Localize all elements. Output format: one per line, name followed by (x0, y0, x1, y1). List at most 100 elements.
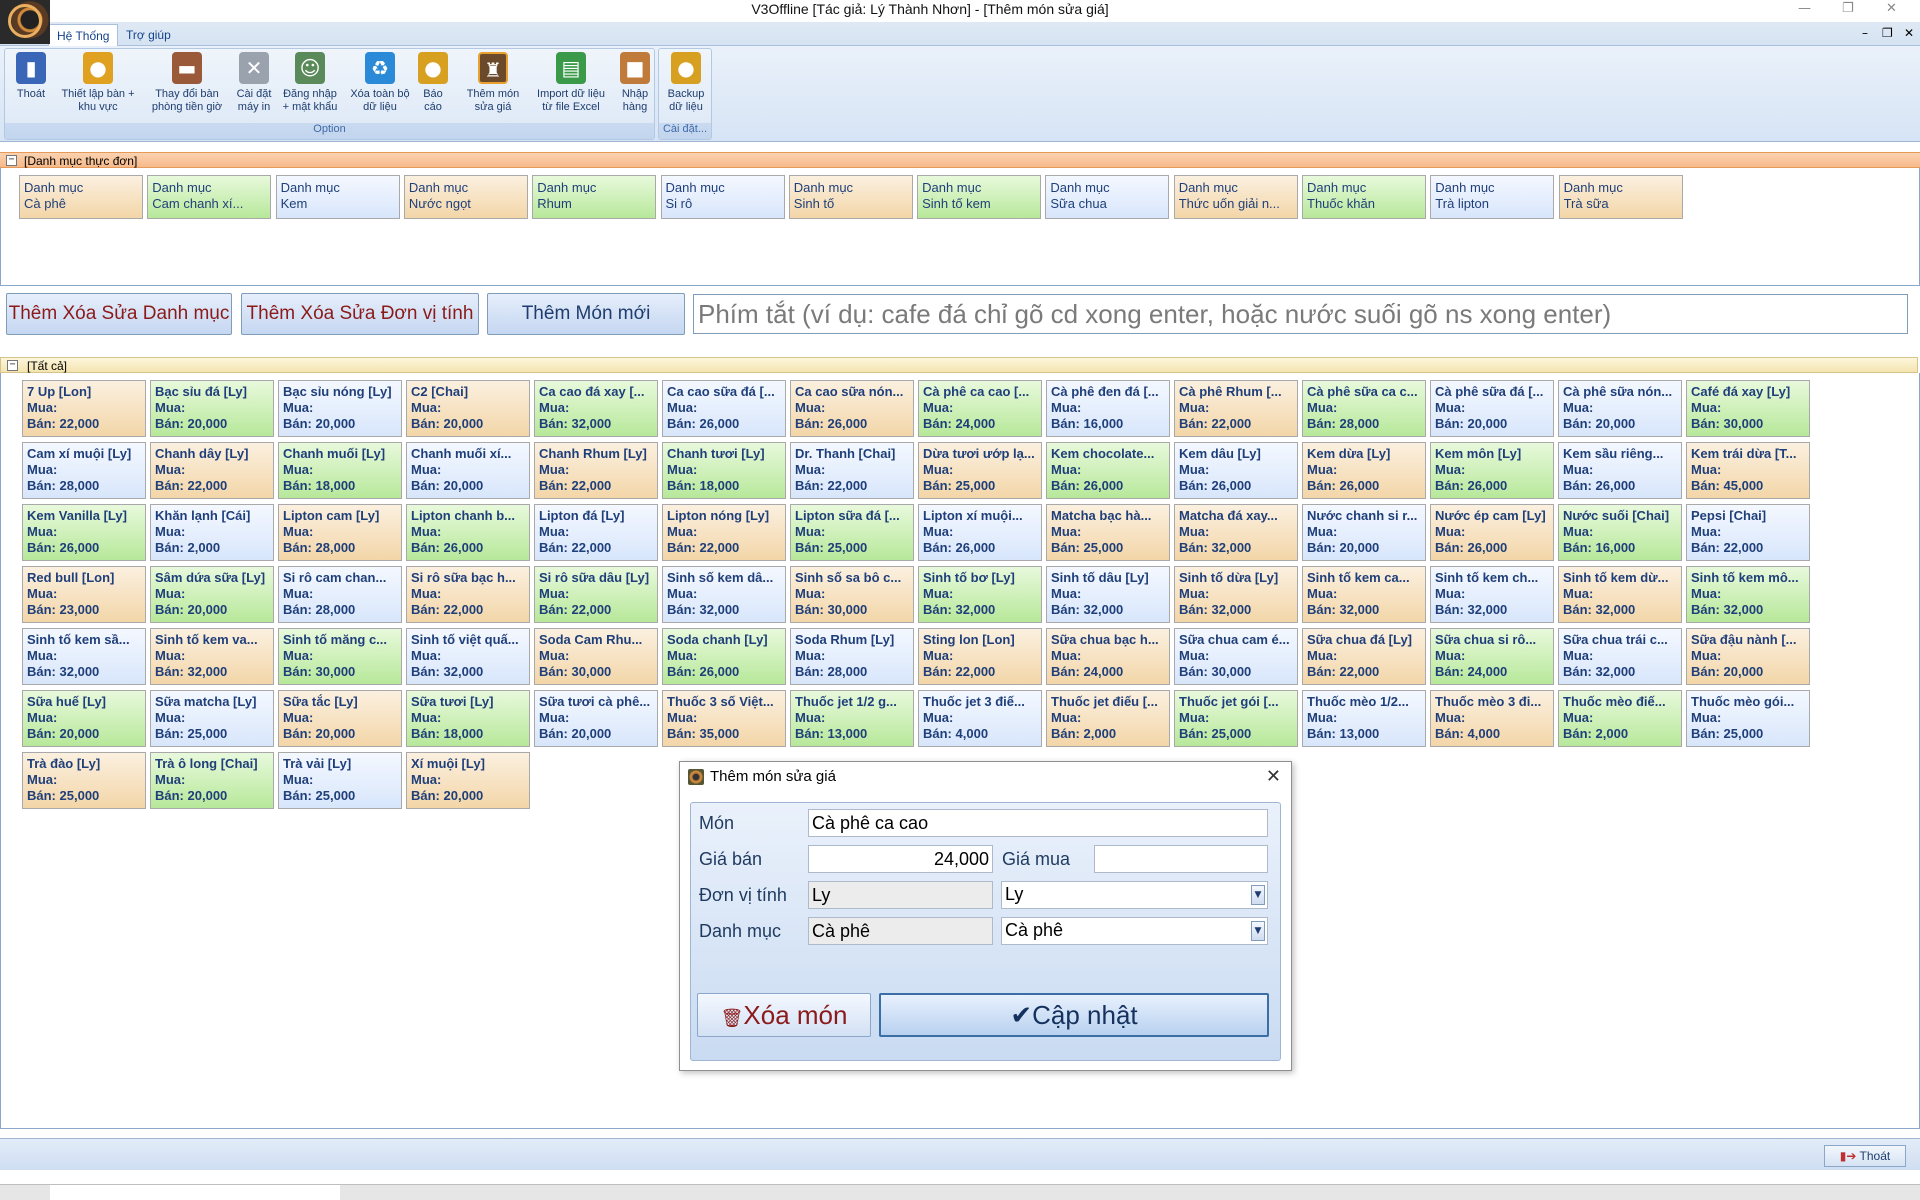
menu-item-tile[interactable]: Cà phê sữa đá [... Mua: Bán: 20,000 (1430, 380, 1554, 437)
menu-item-tile[interactable]: Sữa tươi [Ly] Mua: Bán: 18,000 (406, 690, 530, 747)
menu-item-tile[interactable]: Lipton nóng [Ly] Mua: Bán: 22,000 (662, 504, 786, 561)
menu-item-tile[interactable]: Sữa chua cam é... Mua: Bán: 30,000 (1174, 628, 1298, 685)
menu-item-tile[interactable]: Chanh muối xí... Mua: Bán: 20,000 (406, 442, 530, 499)
ribbon-btn-add-item[interactable]: ♜ Thêm món sửa giá (461, 52, 525, 114)
chevron-down-icon[interactable]: ▼ (1251, 885, 1265, 905)
ribbon-btn-delete-all[interactable]: ♻ Xóa toàn bộ dữ liệu (345, 52, 415, 114)
menu-item-tile[interactable]: Chanh tươi [Ly] Mua: Bán: 18,000 (662, 442, 786, 499)
menu-item-tile[interactable]: Bạc sỉu đá [Ly] Mua: Bán: 20,000 (150, 380, 274, 437)
menu-item-tile[interactable]: Lipton cam [Ly] Mua: Bán: 28,000 (278, 504, 402, 561)
menu-item-tile[interactable]: Trà đào [Ly] Mua: Bán: 25,000 (22, 752, 146, 809)
menu-item-tile[interactable]: Thuốc 3 số Việt... Mua: Bán: 35,000 (662, 690, 786, 747)
menu-item-tile[interactable]: Lipton xí muội... Mua: Bán: 26,000 (918, 504, 1042, 561)
app-logo[interactable] (0, 0, 50, 44)
taskbar-tab[interactable] (50, 1185, 340, 1200)
menu-item-tile[interactable]: Sữa chua trái c... Mua: Bán: 32,000 (1558, 628, 1682, 685)
category-tile[interactable]: Danh mục Trà lipton (1430, 175, 1555, 219)
category-tile[interactable]: Danh mục Rhum (532, 175, 657, 219)
delete-item-button[interactable]: 🗑Xóa món (697, 993, 871, 1037)
menu-item-tile[interactable]: Sinh tố kem va... Mua: Bán: 32,000 (150, 628, 274, 685)
menu-item-tile[interactable]: Cà phê đen đá [... Mua: Bán: 16,000 (1046, 380, 1170, 437)
menu-item-tile[interactable]: Kem trái dừa [T... Mua: Bán: 45,000 (1686, 442, 1810, 499)
menu-item-tile[interactable]: C2 [Chai] Mua: Bán: 20,000 (406, 380, 530, 437)
menu-item-tile[interactable]: Sinh số kem dâ... Mua: Bán: 32,000 (662, 566, 786, 623)
update-button[interactable]: ✔Cập nhật (879, 993, 1269, 1037)
menu-item-tile[interactable]: Café đá xay [Ly] Mua: Bán: 30,000 (1686, 380, 1810, 437)
ribbon-btn-import-excel[interactable]: ▤ Import dữ liệu từ file Excel (529, 52, 613, 114)
category-tile[interactable]: Danh mục Kem (275, 175, 400, 219)
menu-item-tile[interactable]: Trà ô long [Chai] Mua: Bán: 20,000 (150, 752, 274, 809)
menu-item-tile[interactable]: Kem môn [Ly] Mua: Bán: 26,000 (1430, 442, 1554, 499)
menu-item-tile[interactable]: Thuốc jet điếu [... Mua: Bán: 2,000 (1046, 690, 1170, 747)
menu-item-tile[interactable]: Ca cao sữa đá [... Mua: Bán: 26,000 (662, 380, 786, 437)
menu-item-tile[interactable]: Sữa tươi cà phê... Mua: Bán: 20,000 (534, 690, 658, 747)
menu-item-tile[interactable]: Sting lon [Lon] Mua: Bán: 22,000 (918, 628, 1042, 685)
menu-item-tile[interactable]: Sâm dứa sữa [Ly] Mua: Bán: 20,000 (150, 566, 274, 623)
menu-item-tile[interactable]: Sinh tố bơ [Ly] Mua: Bán: 32,000 (918, 566, 1042, 623)
menu-item-tile[interactable]: Thuốc mèo 1/2... Mua: Bán: 13,000 (1302, 690, 1426, 747)
menu-item-tile[interactable]: Soda chanh [Ly] Mua: Bán: 26,000 (662, 628, 786, 685)
menu-item-tile[interactable]: Sữa matcha [Ly] Mua: Bán: 25,000 (150, 690, 274, 747)
category-select[interactable]: Cà phê ▼ (1001, 917, 1268, 945)
menu-item-tile[interactable]: Thuốc jet 3 điế... Mua: Bán: 4,000 (918, 690, 1042, 747)
menu-item-tile[interactable]: Nước suối [Chai] Mua: Bán: 16,000 (1558, 504, 1682, 561)
menu-item-tile[interactable]: Cà phê sữa nón... Mua: Bán: 20,000 (1558, 380, 1682, 437)
exit-button[interactable]: ▮➔ Thoát (1824, 1145, 1906, 1167)
menu-item-tile[interactable]: Matcha bạc hà... Mua: Bán: 25,000 (1046, 504, 1170, 561)
mdi-close-icon[interactable]: ✕ (1904, 26, 1914, 40)
menu-item-tile[interactable]: Sinh tố kem ch... Mua: Bán: 32,000 (1430, 566, 1554, 623)
menu-item-tile[interactable]: Sinh tố kem dừ... Mua: Bán: 32,000 (1558, 566, 1682, 623)
menu-item-tile[interactable]: Lipton sữa đá [... Mua: Bán: 25,000 (790, 504, 914, 561)
menu-item-tile[interactable]: Kem dâu [Ly] Mua: Bán: 26,000 (1174, 442, 1298, 499)
menu-item-tile[interactable]: Dr. Thanh [Chai] Mua: Bán: 22,000 (790, 442, 914, 499)
collapse-toggle-icon[interactable]: − (7, 360, 18, 371)
sell-price-field[interactable] (808, 845, 993, 873)
close-icon[interactable]: ✕ (1886, 1, 1897, 16)
menu-item-tile[interactable]: Kem dừa [Ly] Mua: Bán: 26,000 (1302, 442, 1426, 499)
new-item-button[interactable]: Thêm Món mới (487, 293, 685, 335)
minimize-icon[interactable]: — (1798, 1, 1811, 16)
menu-item-tile[interactable]: Trà vải [Ly] Mua: Bán: 25,000 (278, 752, 402, 809)
menu-item-tile[interactable]: 7 Up [Lon] Mua: Bán: 22,000 (22, 380, 146, 437)
item-name-field[interactable] (808, 809, 1268, 837)
menu-item-tile[interactable]: Sinh tố măng c... Mua: Bán: 30,000 (278, 628, 402, 685)
dialog-close-icon[interactable]: ✕ (1266, 766, 1281, 787)
menu-item-tile[interactable]: Sinh tố dừa [Ly] Mua: Bán: 32,000 (1174, 566, 1298, 623)
menu-item-tile[interactable]: Sữa huế [Ly] Mua: Bán: 20,000 (22, 690, 146, 747)
category-tile[interactable]: Danh mục Thuốc khăn (1302, 175, 1426, 219)
ribbon-btn-table-setup[interactable]: ● Thiết lập bàn + khu vực (53, 52, 143, 114)
menu-item-tile[interactable]: Sinh tố kem mô... Mua: Bán: 32,000 (1686, 566, 1810, 623)
edit-unit-button[interactable]: Thêm Xóa Sửa Đơn vị tính (241, 293, 479, 335)
menu-item-tile[interactable]: Si rô sữa dâu [Ly] Mua: Bán: 22,000 (534, 566, 658, 623)
menu-item-tile[interactable]: Cà phê ca cao [... Mua: Bán: 24,000 (918, 380, 1042, 437)
menu-item-tile[interactable]: Chanh Rhum [Ly] Mua: Bán: 22,000 (534, 442, 658, 499)
category-tile[interactable]: Danh mục Cam chanh xí... (147, 175, 272, 219)
shortcut-input[interactable] (693, 294, 1908, 334)
chevron-down-icon[interactable]: ▼ (1251, 921, 1265, 941)
mdi-restore-icon[interactable]: ❐ (1882, 26, 1893, 40)
menu-item-tile[interactable]: Soda Cam Rhu... Mua: Bán: 30,000 (534, 628, 658, 685)
category-tile[interactable]: Danh mục Thức uốn giải n... (1173, 175, 1298, 219)
menu-item-tile[interactable]: Xí muội [Ly] Mua: Bán: 20,000 (406, 752, 530, 809)
menu-item-tile[interactable]: Si rô sữa bạc h... Mua: Bán: 22,000 (406, 566, 530, 623)
menu-item-tile[interactable]: Lipton đá [Ly] Mua: Bán: 22,000 (534, 504, 658, 561)
mdi-minimize-icon[interactable]: – (1862, 26, 1868, 40)
menu-item-tile[interactable]: Nước chanh si r... Mua: Bán: 20,000 (1302, 504, 1426, 561)
menu-item-tile[interactable]: Thuốc jet gói [... Mua: Bán: 25,000 (1174, 690, 1298, 747)
ribbon-btn-import-goods[interactable]: ■ Nhập hàng (613, 52, 657, 114)
collapse-toggle-icon[interactable]: − (6, 155, 17, 166)
buy-price-field[interactable] (1094, 845, 1268, 873)
category-tile[interactable]: Danh mục Nước ngọt (403, 175, 528, 219)
menu-item-tile[interactable]: Nước ép cam [Ly] Mua: Bán: 26,000 (1430, 504, 1554, 561)
menu-item-tile[interactable]: Sữa chua bạc h... Mua: Bán: 24,000 (1046, 628, 1170, 685)
ribbon-btn-backup[interactable]: ● Backup dữ liệu (663, 52, 709, 114)
ribbon-btn-change-table[interactable]: ▬ Thay đổi bàn phòng tiền giờ (143, 52, 231, 114)
category-tile[interactable]: Danh mục Sinh tố kem (917, 175, 1042, 219)
menu-item-tile[interactable]: Sinh tố kem sầ... Mua: Bán: 32,000 (22, 628, 146, 685)
category-tile[interactable]: Danh mục Si rô (660, 175, 785, 219)
ribbon-btn-printer-setup[interactable]: ✕ Cài đặt máy in (231, 52, 277, 114)
category-tile[interactable]: Danh mục Cà phê (19, 175, 143, 219)
menu-item-tile[interactable]: Cà phê sữa ca c... Mua: Bán: 28,000 (1302, 380, 1426, 437)
ribbon-btn-report[interactable]: ● Báo cáo (415, 52, 451, 114)
ribbon-btn-exit[interactable]: ▮ Thoát (9, 52, 53, 101)
